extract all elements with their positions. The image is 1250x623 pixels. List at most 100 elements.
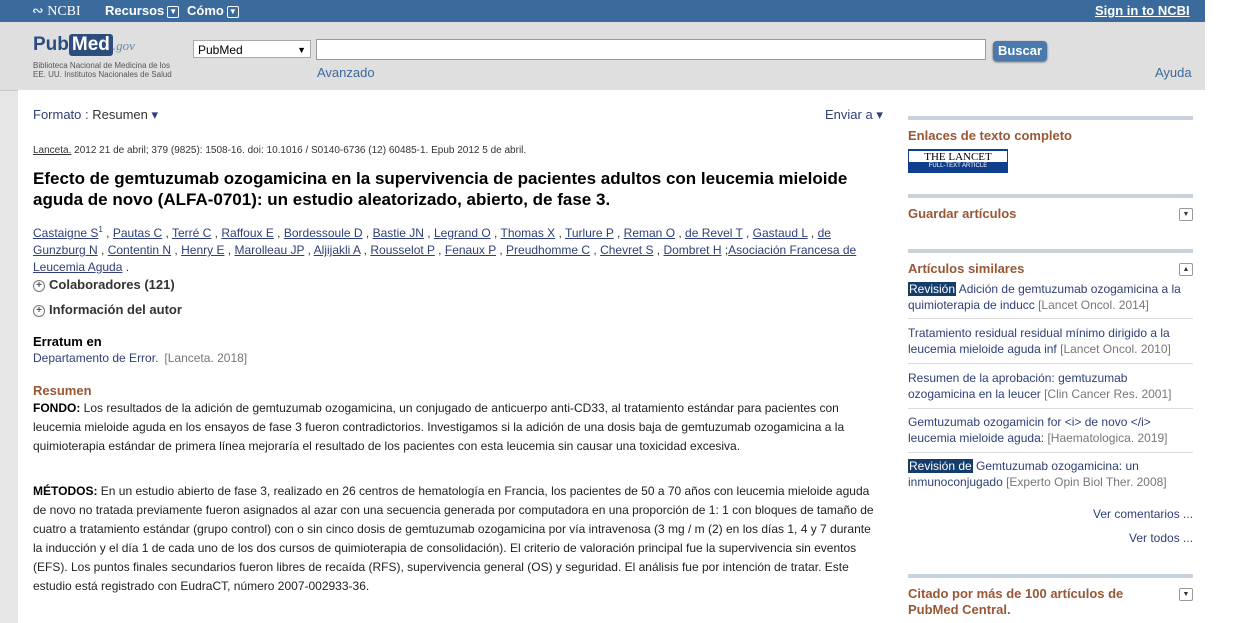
similar-article-source: [Haematologica. 2019] [1047, 431, 1168, 445]
author-link[interactable]: Henry E [181, 243, 224, 257]
background-label: FONDO: [33, 401, 81, 415]
author-link[interactable]: Turlure P [565, 226, 614, 240]
author-list: Castaigne S1 , Pautas C , Terré C , Raff… [33, 225, 857, 274]
author-link[interactable]: Pautas C [113, 226, 162, 240]
author-info-label: Información del autor [49, 302, 182, 317]
author-link[interactable]: Rousselot P [370, 243, 434, 257]
pubmed-logo[interactable]: Pub Med .gov [33, 34, 135, 56]
author-link[interactable]: Aljijakli A [314, 243, 361, 257]
methods-label: MÉTODOS: [33, 484, 98, 498]
cited-by-section: Citado por más de 100 artículos de PubMe… [908, 574, 1193, 618]
resources-menu[interactable]: Recursos ▼ [105, 3, 180, 18]
author-link[interactable]: Bastie JN [373, 226, 424, 240]
dropdown-arrow-icon: ▼ [297, 45, 306, 55]
author-link[interactable]: Chevret S [600, 243, 653, 257]
author-link[interactable]: Gastaud L [753, 226, 808, 240]
search-button[interactable]: Buscar [993, 41, 1047, 61]
help-link[interactable]: Ayuda [1155, 65, 1192, 80]
similar-article-item[interactable]: Revisión de Gemtuzumab ozogamicina: un i… [908, 458, 1193, 490]
chevron-down-icon: ▼ [226, 5, 239, 18]
chevron-down-icon: ▼ [167, 5, 180, 18]
author-link[interactable]: Fenaux P [445, 243, 496, 257]
similar-article-source: [Lancet Oncol. 2010] [1060, 342, 1171, 356]
author-link[interactable]: Dombret H [663, 243, 721, 257]
caret-down-icon: ▾ [876, 107, 883, 122]
author-link[interactable]: Marolleau JP [234, 243, 304, 257]
similar-article-source: [Experto Opin Biol Ther. 2008] [1006, 475, 1167, 489]
author-link[interactable]: Raffoux E [221, 226, 273, 240]
abstract-heading: Resumen [33, 383, 92, 398]
similar-article-item[interactable]: Resumen de la aprobación: gemtuzumab ozo… [908, 370, 1193, 402]
author-link[interactable]: Reman O [624, 226, 675, 240]
similar-article-item[interactable]: Tratamiento residual residual mínimo dir… [908, 325, 1193, 357]
howto-menu[interactable]: Cómo ▼ [187, 3, 239, 18]
main-content: Formato : Resumen ▾ Enviar a ▾ Lanceta. … [18, 90, 1205, 623]
similar-article-item[interactable]: Revisión Adición de gemtuzumab ozogamici… [908, 281, 1193, 313]
format-label: Formato [33, 107, 82, 122]
citation-line: Lanceta. 2012 21 de abril; 379 (9825): 1… [33, 145, 526, 156]
author-link[interactable]: Terré C [172, 226, 211, 240]
search-bar: Pub Med .gov Biblioteca Nacional de Medici… [0, 22, 1205, 91]
database-select[interactable]: PubMed ▼ [193, 40, 311, 58]
ncbi-label: NCBI [47, 4, 81, 19]
collapse-toggle-icon[interactable]: ▲ [1179, 263, 1193, 276]
see-all-link[interactable]: Ver todos ... [1129, 531, 1193, 545]
divider [908, 318, 1193, 319]
fulltext-links-section: Enlaces de texto completo [908, 116, 1193, 143]
erratum-entry: Departamento de Error. [Lanceta. 2018] [33, 351, 247, 365]
advanced-search-link[interactable]: Avanzado [317, 65, 375, 80]
author-link[interactable]: Bordessoule D [284, 226, 363, 240]
author-info-expander[interactable]: + Información del autor [33, 302, 182, 317]
search-input[interactable] [316, 39, 986, 60]
author-link[interactable]: Preudhomme C [506, 243, 590, 257]
save-articles-section: Guardar artículos ▼ [908, 194, 1193, 221]
similar-articles-section: Artículos similares ▲ [908, 249, 1193, 276]
logo-med: Med [68, 34, 113, 56]
top-navigation-bar: ∾ NCBI Recursos ▼ Cómo ▼ Sign in to NCBI [0, 0, 1205, 22]
lancet-fulltext-link[interactable]: THE LANCET FULL-TEXT ARTICLE [908, 149, 1008, 173]
send-to-menu[interactable]: Enviar a ▾ [825, 107, 883, 123]
cited-by-heading: Citado por más de 100 artículos de PubMe… [908, 586, 1124, 617]
sign-in-link[interactable]: Sign in to NCBI [1095, 3, 1190, 18]
author-link[interactable]: Castaigne S [33, 226, 98, 240]
author-link[interactable]: Contentin N [108, 243, 171, 257]
format-value: Resumen [92, 107, 148, 122]
journal-link[interactable]: Lanceta. [33, 145, 71, 156]
abstract-background: FONDO: Los resultados de la adición de g… [33, 399, 881, 456]
lancet-name: THE LANCET [908, 150, 1008, 163]
save-heading: Guardar artículos [908, 206, 1017, 221]
collaborators-label: Colaboradores (121) [49, 277, 175, 292]
abstract-methods: MÉTODOS: En un estudio abierto de fase 3… [33, 482, 881, 596]
database-value: PubMed [198, 43, 243, 57]
see-reviews-link[interactable]: Ver comentarios ... [1093, 507, 1193, 521]
divider [908, 363, 1193, 364]
collaborators-expander[interactable]: + Colaboradores (121) [33, 277, 175, 292]
similar-heading: Artículos similares [908, 261, 1025, 276]
send-to-label: Enviar a [825, 107, 873, 122]
logo-gov: .gov [112, 38, 135, 53]
expand-toggle-icon[interactable]: ▼ [1179, 588, 1193, 601]
review-badge: Revisión de [908, 459, 973, 473]
logo-pub: Pub [33, 34, 69, 55]
similar-article-item[interactable]: Gemtuzumab ozogamicin for <i> de novo </… [908, 414, 1193, 446]
author-link[interactable]: Legrand O [434, 226, 491, 240]
citation-details: 2012 21 de abril; 379 (9825): 1508-16. d… [71, 145, 527, 156]
expand-plus-icon: + [33, 304, 45, 317]
divider [908, 452, 1193, 453]
right-blank-area [1205, 0, 1250, 623]
format-selector[interactable]: Formato : Resumen ▾ [33, 107, 158, 123]
background-text: Los resultados de la adición de gemtuzum… [33, 401, 845, 453]
expand-toggle-icon[interactable]: ▼ [1179, 208, 1193, 221]
ncbi-logo[interactable]: ∾ NCBI [32, 3, 81, 20]
lancet-subtitle: FULL-TEXT ARTICLE [928, 163, 988, 169]
erratum-link[interactable]: Departamento de Error. [33, 351, 158, 365]
erratum-source: [Lanceta. 2018] [164, 351, 248, 365]
author-link[interactable]: Thomas X [500, 226, 555, 240]
author-link[interactable]: de Revel T [685, 226, 743, 240]
article-title: Efecto de gemtuzumab ozogamicina en la s… [33, 169, 848, 209]
logo-subtitle: Biblioteca Nacional de Medicina de los E… [33, 61, 172, 79]
fulltext-heading: Enlaces de texto completo [908, 128, 1072, 143]
similar-article-source: [Clin Cancer Res. 2001] [1044, 387, 1172, 401]
resources-label: Recursos [105, 3, 165, 18]
expand-plus-icon: + [33, 279, 45, 292]
